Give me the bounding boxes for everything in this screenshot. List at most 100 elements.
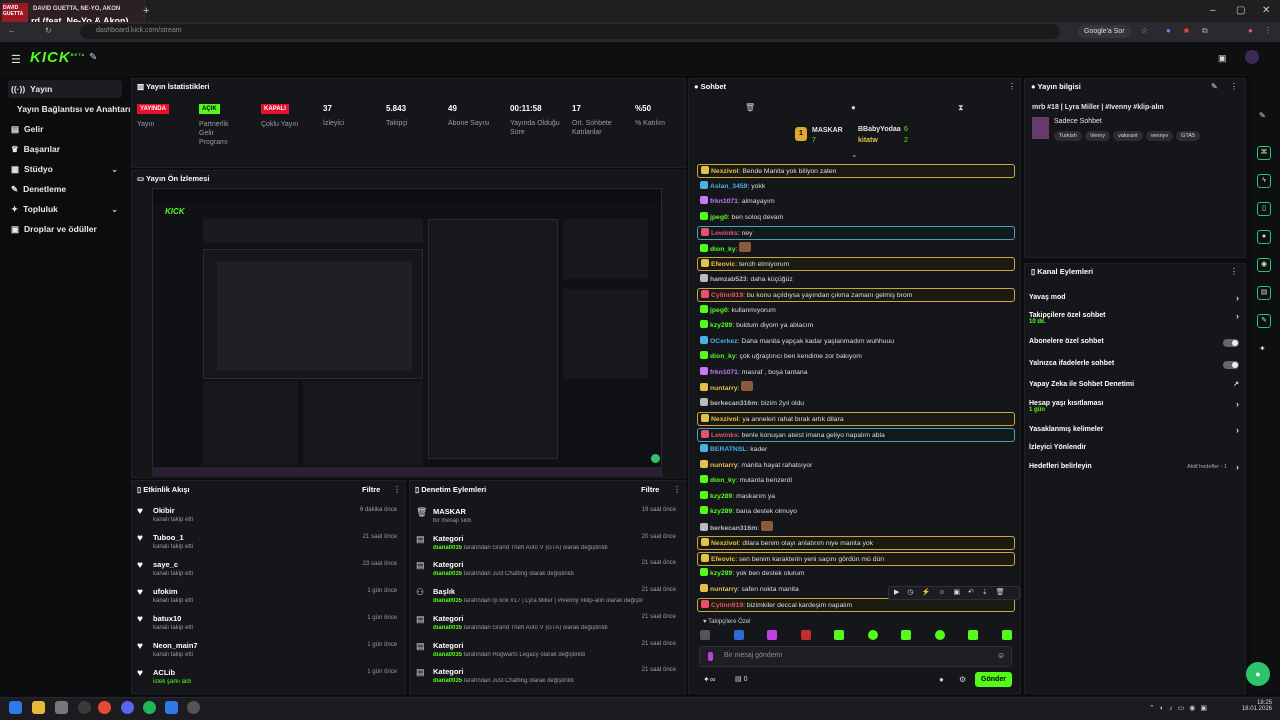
chat-message[interactable]: Cylinn919: bu konu açıldıysa yayından çı…: [697, 288, 1015, 302]
channel-action-row[interactable]: Yapay Zeka ile Sohbet Denetimi ↗: [1029, 381, 1239, 397]
wrench-icon[interactable]: ✎: [1257, 314, 1271, 328]
trash-icon[interactable]: 🗑: [745, 103, 755, 112]
chat-message[interactable]: OCerkez: Daha manita yapçak kadar yaşlan…: [697, 335, 1015, 349]
moderation-row[interactable]: ▤ Kategori diana0035 tarafından Grand Thef…: [414, 531, 682, 557]
moderation-row[interactable]: ⚇ Başlık diana0035 tarafından rp knk #17 |…: [414, 584, 682, 610]
edit-icon[interactable]: ✎: [1211, 82, 1218, 91]
external-link-icon[interactable]: ↗: [1233, 380, 1239, 388]
gear-icon[interactable]: ⚙: [959, 675, 966, 684]
chat-message[interactable]: jpeg0: kullanmıyorum: [697, 304, 1015, 318]
chat-users-icon[interactable]: ●: [939, 675, 944, 684]
message-actions-toolbar[interactable]: ▶◷⚡☺▣↶⇣🗑: [888, 586, 1020, 600]
channel-action-row[interactable]: Hedefleri belirleyin Aktif hedefler - 1 ›: [1029, 462, 1239, 479]
chat-message[interactable]: nuntarry: manita hayat rahatsıyor: [697, 459, 1015, 473]
app-icon[interactable]: [55, 701, 68, 714]
chat-message[interactable]: Lewinks: ney: [697, 226, 1015, 240]
channel-action-row[interactable]: Yavaş mod ›: [1029, 293, 1239, 310]
file-explorer-icon[interactable]: [32, 701, 45, 714]
moderation-row[interactable]: ▤ Kategori diana0035 tarafından Grand Thef…: [414, 611, 682, 637]
sidebar-item-stream-key[interactable]: Yayın Bağlantısı ve Anahtarı: [14, 100, 134, 118]
chat-username[interactable]: kzy289: [710, 493, 732, 500]
chat-username[interactable]: Lewinks: [711, 230, 738, 237]
chat-message[interactable]: Cylinn919: bizimkiler deccal kardeşim na…: [697, 598, 1015, 612]
discord-icon[interactable]: [121, 701, 134, 714]
sidebar-item-basarilar[interactable]: ♛ Başarılar: [8, 140, 122, 158]
emote-icon[interactable]: [733, 630, 744, 640]
chat-icon[interactable]: ●: [851, 103, 856, 112]
reload-icon[interactable]: ↻: [45, 26, 52, 35]
chat-username[interactable]: Cylinn919: [711, 602, 743, 609]
clip-icon[interactable]: ▯: [1257, 202, 1271, 216]
google-ask-button[interactable]: Google'a Sor: [1078, 25, 1131, 38]
activity-row[interactable]: ♥ Neon_main7 kanalı takip etti 1 gün önce: [135, 639, 403, 665]
chat-message[interactable]: Nexzivol: ya anneleri rahat bırak artık …: [697, 412, 1015, 426]
tag[interactable]: Turkish: [1054, 131, 1082, 141]
stream-preview-video[interactable]: KICK: [152, 188, 662, 476]
cast-icon[interactable]: ▣: [1218, 53, 1227, 64]
chat-message[interactable]: nuntarry:: [697, 381, 1015, 395]
chat-username[interactable]: Nexzivol: [711, 416, 739, 423]
minimize-icon[interactable]: –: [1210, 5, 1216, 16]
chat-message[interactable]: Nexzivol: Bende Manita yok biliyon zaten: [697, 164, 1015, 178]
chat-message[interactable]: kzy289: bana destek olmuyo: [697, 505, 1015, 519]
chat-username[interactable]: dion_ky: [710, 246, 736, 253]
sidebar-item-topluluk[interactable]: ✦ Topluluk ⌄: [8, 200, 122, 218]
clock[interactable]: 18:25 18.01.2026: [1238, 700, 1272, 712]
channel-action-row[interactable]: Abonelere özel sohbet: [1029, 338, 1239, 354]
user-avatar[interactable]: [1245, 50, 1259, 64]
back-icon[interactable]: ←: [8, 26, 16, 35]
chat-username[interactable]: berkecan316m: [710, 525, 757, 532]
chat-username[interactable]: Lewinks: [711, 432, 738, 439]
chat-icon[interactable]: ●: [1257, 230, 1271, 244]
chat-username[interactable]: Cylinn919: [711, 292, 743, 299]
spotify-icon[interactable]: [143, 701, 156, 714]
extension-icon[interactable]: ■: [1184, 26, 1189, 35]
chat-username[interactable]: nuntarry: [710, 462, 738, 469]
chat-message[interactable]: hamzab523: daha küçüğüz: [697, 273, 1015, 287]
moderation-row[interactable]: 🗑 MASKAR bir mesajı sildi 19 saat önce: [414, 504, 682, 530]
tag[interactable]: vennyv: [1145, 131, 1174, 141]
emote-icon[interactable]: [1001, 630, 1012, 640]
chat-message[interactable]: dion_ky: çok uğraştırıcı ben kendime zor…: [697, 350, 1015, 364]
chat-message[interactable]: BERATNSL: kader: [697, 443, 1015, 457]
chat-message[interactable]: Nexzivol: dilara benim olayı anlatırım n…: [697, 536, 1015, 550]
chat-username[interactable]: dion_ky: [710, 477, 736, 484]
more-options-icon[interactable]: ⋮: [1230, 267, 1238, 276]
emoji-icon[interactable]: ☺: [997, 651, 1005, 660]
layout-icon[interactable]: ▤: [1257, 286, 1271, 300]
kick-logo[interactable]: KICKBETA: [30, 49, 85, 66]
scene-icon[interactable]: ⌘: [1257, 146, 1271, 160]
bookmark-star-icon[interactable]: ☆: [1141, 26, 1148, 35]
maximize-icon[interactable]: ▢: [1236, 5, 1245, 16]
chat-username[interactable]: Efeovic: [711, 556, 735, 563]
chat-message[interactable]: dion_ky:: [697, 241, 1015, 256]
chat-username[interactable]: Efeovic: [711, 261, 735, 268]
chat-username[interactable]: Nexzivol: [711, 168, 739, 175]
chat-message[interactable]: kzy289: buldum diyom ya ablacım: [697, 319, 1015, 333]
chat-message[interactable]: Aslan_3459: yokk: [697, 180, 1015, 194]
pin-icon[interactable]: ✎: [89, 52, 97, 63]
toggle-switch[interactable]: [1223, 361, 1239, 369]
address-text[interactable]: dashboard.kick.com/stream: [96, 27, 182, 34]
chat-message[interactable]: Efeovic: sen benim karakterin yeni saçın…: [697, 551, 1015, 566]
profile-avatar-icon[interactable]: ●: [1248, 26, 1253, 35]
chat-message[interactable]: frkn1071: almayayım: [697, 195, 1015, 209]
chat-message[interactable]: dion_ky: mutanta benzerdi: [697, 474, 1015, 488]
chat-username[interactable]: kzy289: [710, 322, 732, 329]
close-icon[interactable]: ✕: [1262, 5, 1270, 16]
toggle-switch[interactable]: [1223, 339, 1239, 347]
channel-action-row[interactable]: İzleyici Yönlendir: [1029, 444, 1239, 460]
emote-icon[interactable]: [867, 630, 878, 640]
emote-icon[interactable]: [968, 630, 979, 640]
more-options-icon[interactable]: ⋮: [1230, 82, 1238, 91]
channel-action-row[interactable]: Yalnızca ifadelerle sohbet: [1029, 360, 1239, 376]
sidebar-item-denetleme[interactable]: ✎ Denetleme: [8, 180, 122, 198]
chat-message[interactable]: kzy289: maskarım ya: [697, 490, 1015, 504]
activity-row[interactable]: ♥ Tuboo_1 kanalı takip etti 21 saat önce: [135, 531, 403, 557]
chat-message[interactable]: kzy289: yok ben destek olurum: [697, 567, 1015, 581]
emote-icon[interactable]: [800, 630, 811, 640]
chat-username[interactable]: dion_ky: [710, 353, 736, 360]
chat-username[interactable]: Aslan_3459: [710, 183, 747, 190]
chat-username[interactable]: BERATNSL: [710, 446, 747, 453]
emote-icon[interactable]: [767, 630, 778, 640]
